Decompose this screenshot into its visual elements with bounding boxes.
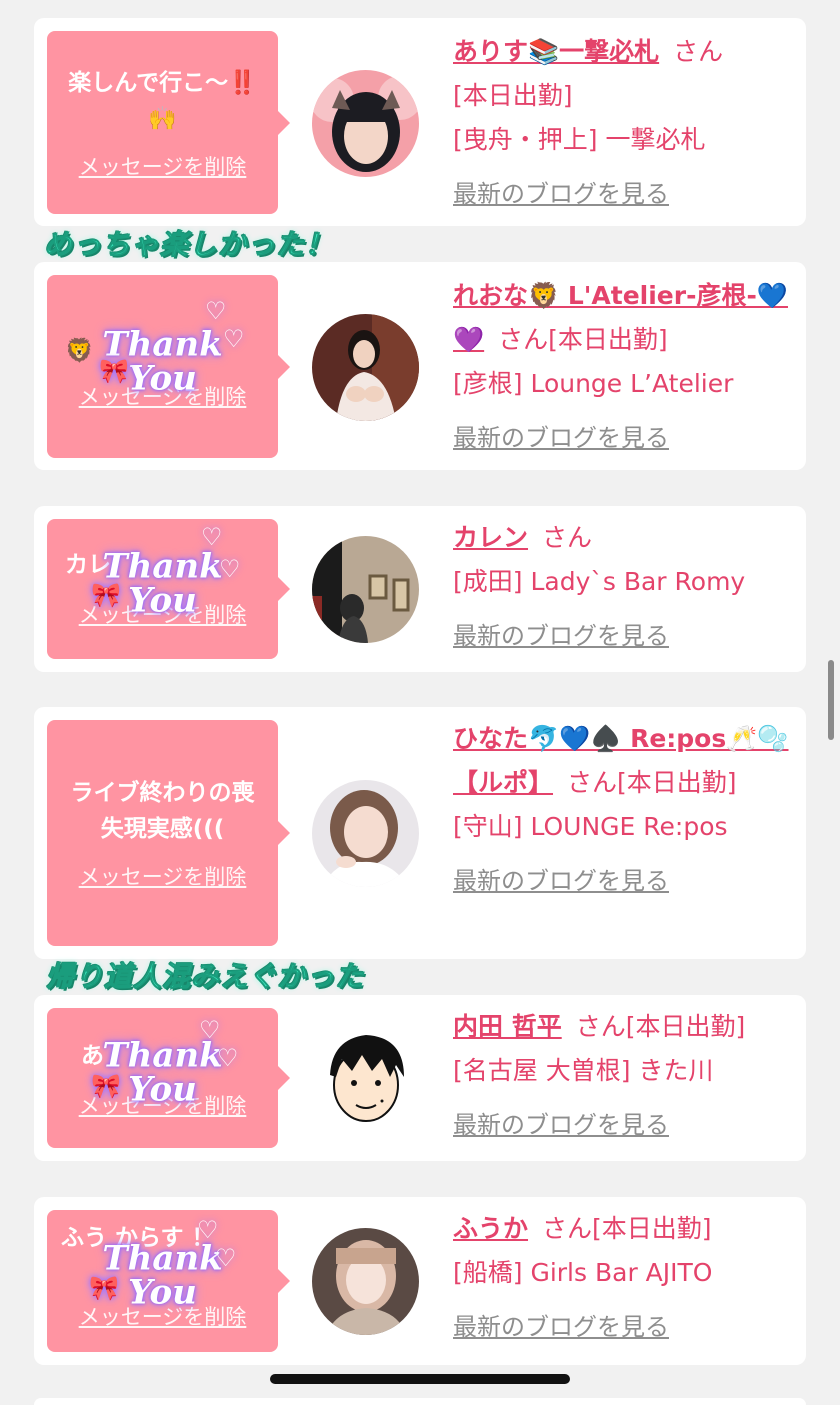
message-bubble: カレ メッセージを削除 Thank You ♡ ♡ 🎀	[47, 519, 290, 659]
status-text: [本日出勤]	[548, 325, 668, 354]
cast-name-link[interactable]: 内田 哲平	[453, 1012, 562, 1041]
message-card: 🦁 メッセージを削除 Thank You ♡ ♡ 🎀 れおな🦁 L'Atelie…	[34, 262, 806, 470]
honorific: さん	[673, 37, 724, 66]
message-bubble: あ メッセージを削除 Thank You ♡ ♡ 🎀	[47, 1008, 290, 1148]
overlay-comment: めっちゃ楽しかった！	[43, 228, 335, 262]
status-text: [本日出勤]	[617, 768, 737, 797]
location-text: [曳舟・押上] 一撃必札	[453, 125, 706, 154]
heart-icon: ♡	[215, 1244, 237, 1272]
message-bubble: ふう からす ！ メッセージを削除 Thank You ♡ ♡ 🎀	[47, 1210, 290, 1352]
location-text: [名古屋 大曽根] きた川	[453, 1056, 714, 1085]
avatar[interactable]	[312, 536, 419, 643]
heart-icon: ♡	[217, 1044, 239, 1072]
location-text: [成田] Lady`s Bar Romy	[453, 567, 746, 596]
avatar[interactable]	[312, 1228, 419, 1335]
bow-icon: 🎀	[99, 357, 129, 385]
location-text: [船橋] Girls Bar AJITO	[453, 1258, 713, 1287]
delete-message-link[interactable]: メッセージを削除	[79, 381, 247, 411]
avatar[interactable]	[312, 1025, 419, 1132]
avatar[interactable]	[312, 314, 419, 421]
cast-info: カレン さん [成田] Lady`s Bar Romy 最新のブログを見る	[453, 516, 793, 658]
honorific: さん	[575, 1012, 626, 1041]
cast-name-link[interactable]: ありす📚一撃必札	[453, 37, 659, 66]
message-bubble: 🦁 メッセージを削除 Thank You ♡ ♡ 🎀	[47, 275, 290, 458]
message-text: 🦁	[65, 338, 94, 364]
home-indicator[interactable]	[270, 1374, 570, 1384]
latest-blog-link[interactable]: 最新のブログを見る	[453, 424, 669, 452]
delete-message-link[interactable]: メッセージを削除	[79, 151, 247, 181]
delete-message-link[interactable]: メッセージを削除	[79, 861, 247, 891]
delete-message-link[interactable]: メッセージを削除	[79, 1301, 247, 1331]
location-text: [守山] LOUNGE Re:pos	[453, 812, 728, 841]
avatar[interactable]	[312, 780, 419, 887]
heart-icon: ♡	[223, 325, 245, 353]
message-text: 楽しんで行こ〜‼️ 🙌	[68, 69, 257, 132]
status-text: [本日出勤]	[625, 1012, 746, 1041]
latest-blog-link[interactable]: 最新のブログを見る	[453, 1313, 669, 1341]
message-card: あ メッセージを削除 Thank You ♡ ♡ 🎀 内田 哲平 さん[本日出勤]…	[34, 995, 806, 1161]
honorific: さん	[542, 523, 593, 552]
latest-blog-link[interactable]: 最新のブログを見る	[453, 622, 669, 650]
status-text: [本日出勤]	[592, 1214, 712, 1243]
cast-info: 内田 哲平 さん[本日出勤] [名古屋 大曽根] きた川 最新のブログを見る	[453, 1005, 793, 1147]
bow-icon: 🎀	[91, 1072, 121, 1100]
cast-name-link[interactable]: ふうか	[453, 1214, 528, 1243]
heart-icon: ♡	[205, 297, 227, 325]
message-card: 楽しんで行こ〜‼️ 🙌 メッセージを削除 ありす📚一撃必札 さん [本日出勤] […	[34, 18, 806, 226]
bow-icon: 🎀	[89, 1274, 119, 1302]
cast-name-link[interactable]: カレン	[453, 523, 528, 552]
honorific: さん	[567, 768, 618, 797]
heart-icon: ♡	[199, 1016, 221, 1044]
cast-info: れおな🦁 L'Atelier-彦根-💙💜 さん[本日出勤] [彦根] Lounge…	[453, 274, 793, 460]
heart-icon: ♡	[201, 523, 223, 551]
latest-blog-link[interactable]: 最新のブログを見る	[453, 867, 669, 895]
message-bubble: 楽しんで行こ〜‼️ 🙌 メッセージを削除	[47, 31, 290, 214]
heart-icon: ♡	[197, 1216, 219, 1244]
bow-icon: 🎀	[91, 581, 121, 609]
honorific: さん	[498, 325, 549, 354]
message-card: ふう からす ！ メッセージを削除 Thank You ♡ ♡ 🎀 ふうか さん[…	[34, 1197, 806, 1365]
latest-blog-link[interactable]: 最新のブログを見る	[453, 180, 669, 208]
message-card: ライブ終わりの喪 失現実感((( メッセージを削除 ひなた🐬💙♠️ Re:pos…	[34, 707, 806, 959]
message-card: カレ メッセージを削除 Thank You ♡ ♡ 🎀 カレン さん [成田] L…	[34, 506, 806, 672]
overlay-comment: 帰り道人混みえぐかった	[45, 960, 365, 994]
message-text: ふう からす ！	[61, 1225, 215, 1251]
cast-info: ありす📚一撃必札 さん [本日出勤] [曳舟・押上] 一撃必札 最新のブログを見る	[453, 30, 793, 216]
honorific: さん	[542, 1214, 593, 1243]
location-text: [彦根] Lounge L’Atelier	[453, 369, 734, 398]
message-text: カレ	[65, 552, 111, 578]
scrollbar[interactable]	[828, 660, 834, 740]
message-text: ライブ終わりの喪 失現実感(((	[70, 780, 255, 842]
cast-info: ふうか さん[本日出勤] [船橋] Girls Bar AJITO 最新のブログを…	[453, 1207, 793, 1349]
message-card	[34, 1398, 806, 1405]
avatar[interactable]	[312, 70, 419, 177]
status-text: [本日出勤]	[453, 81, 573, 110]
cast-info: ひなた🐬💙♠️ Re:pos🥂🫧【ルポ】 さん[本日出勤] [守山] LOUNGE…	[453, 717, 793, 903]
message-bubble: ライブ終わりの喪 失現実感((( メッセージを削除	[47, 720, 290, 946]
message-text: あ	[81, 1043, 104, 1069]
heart-icon: ♡	[219, 555, 241, 583]
latest-blog-link[interactable]: 最新のブログを見る	[453, 1111, 669, 1139]
